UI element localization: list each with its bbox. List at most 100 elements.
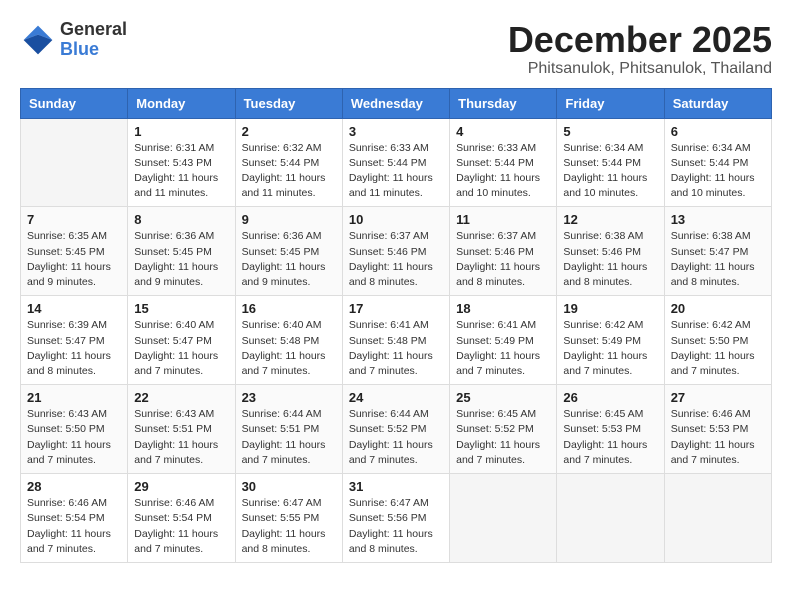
day-info: Sunrise: 6:34 AM Sunset: 5:44 PM Dayligh… [671, 141, 765, 202]
day-number: 12 [563, 212, 657, 227]
day-info: Sunrise: 6:40 AM Sunset: 5:47 PM Dayligh… [134, 318, 228, 379]
day-number: 31 [349, 479, 443, 494]
day-number: 27 [671, 390, 765, 405]
day-info: Sunrise: 6:43 AM Sunset: 5:50 PM Dayligh… [27, 407, 121, 468]
day-info: Sunrise: 6:41 AM Sunset: 5:48 PM Dayligh… [349, 318, 443, 379]
location-text: Phitsanulok, Phitsanulok, Thailand [508, 60, 772, 78]
calendar-cell [21, 118, 128, 207]
day-number: 11 [456, 212, 550, 227]
calendar-cell: 5 Sunrise: 6:34 AM Sunset: 5:44 PM Daylig… [557, 118, 664, 207]
day-number: 18 [456, 301, 550, 316]
calendar-cell: 15 Sunrise: 6:40 AM Sunset: 5:47 PM Dayli… [128, 296, 235, 385]
calendar-cell: 26 Sunrise: 6:45 AM Sunset: 5:53 PM Dayli… [557, 385, 664, 474]
calendar-cell: 2 Sunrise: 6:32 AM Sunset: 5:44 PM Daylig… [235, 118, 342, 207]
calendar-cell: 8 Sunrise: 6:36 AM Sunset: 5:45 PM Daylig… [128, 207, 235, 296]
day-number: 8 [134, 212, 228, 227]
day-number: 23 [242, 390, 336, 405]
month-title: December 2025 [508, 20, 772, 60]
day-number: 1 [134, 124, 228, 139]
day-info: Sunrise: 6:42 AM Sunset: 5:49 PM Dayligh… [563, 318, 657, 379]
calendar-cell: 18 Sunrise: 6:41 AM Sunset: 5:49 PM Dayli… [450, 296, 557, 385]
calendar-cell: 12Sunrise: 6:38 AM Sunset: 5:46 PM Dayli… [557, 207, 664, 296]
calendar-cell: 11 Sunrise: 6:37 AM Sunset: 5:46 PM Dayli… [450, 207, 557, 296]
day-number: 2 [242, 124, 336, 139]
weekday-header-wednesday: Wednesday [342, 88, 449, 118]
day-info: Sunrise: 6:40 AM Sunset: 5:48 PM Dayligh… [242, 318, 336, 379]
calendar-cell: 3 Sunrise: 6:33 AM Sunset: 5:44 PM Daylig… [342, 118, 449, 207]
day-number: 19 [563, 301, 657, 316]
logo-icon [20, 22, 56, 58]
day-number: 30 [242, 479, 336, 494]
day-info: Sunrise: 6:44 AM Sunset: 5:52 PM Dayligh… [349, 407, 443, 468]
calendar-cell: 20Sunrise: 6:42 AM Sunset: 5:50 PM Dayli… [664, 296, 771, 385]
calendar-cell [664, 474, 771, 563]
day-number: 24 [349, 390, 443, 405]
day-info: Sunrise: 6:32 AM Sunset: 5:44 PM Dayligh… [242, 141, 336, 202]
day-info: Sunrise: 6:33 AM Sunset: 5:44 PM Dayligh… [349, 141, 443, 202]
calendar-cell: 9 Sunrise: 6:36 AM Sunset: 5:45 PM Daylig… [235, 207, 342, 296]
day-info: Sunrise: 6:44 AM Sunset: 5:51 PM Dayligh… [242, 407, 336, 468]
calendar-cell: 30 Sunrise: 6:47 AM Sunset: 5:55 PM Dayli… [235, 474, 342, 563]
day-info: Sunrise: 6:46 AM Sunset: 5:54 PM Dayligh… [27, 496, 121, 557]
calendar-cell: 29 Sunrise: 6:46 AM Sunset: 5:54 PM Dayli… [128, 474, 235, 563]
day-number: 16 [242, 301, 336, 316]
weekday-header-thursday: Thursday [450, 88, 557, 118]
calendar-cell: 23 Sunrise: 6:44 AM Sunset: 5:51 PM Dayli… [235, 385, 342, 474]
page-header: General Blue December 2025 Phitsanulok, … [20, 20, 772, 78]
weekday-header-row: SundayMondayTuesdayWednesdayThursdayFrid… [21, 88, 772, 118]
day-info: Sunrise: 6:47 AM Sunset: 5:56 PM Dayligh… [349, 496, 443, 557]
calendar-week-2: 14Sunrise: 6:39 AM Sunset: 5:47 PM Dayli… [21, 296, 772, 385]
day-number: 13 [671, 212, 765, 227]
day-info: Sunrise: 6:45 AM Sunset: 5:52 PM Dayligh… [456, 407, 550, 468]
calendar-header: SundayMondayTuesdayWednesdayThursdayFrid… [21, 88, 772, 118]
calendar-week-0: 1 Sunrise: 6:31 AM Sunset: 5:43 PM Daylig… [21, 118, 772, 207]
calendar-cell: 22Sunrise: 6:43 AM Sunset: 5:51 PM Dayli… [128, 385, 235, 474]
calendar-cell: 17Sunrise: 6:41 AM Sunset: 5:48 PM Dayli… [342, 296, 449, 385]
calendar-cell: 19 Sunrise: 6:42 AM Sunset: 5:49 PM Dayli… [557, 296, 664, 385]
day-info: Sunrise: 6:37 AM Sunset: 5:46 PM Dayligh… [349, 229, 443, 290]
day-number: 14 [27, 301, 121, 316]
day-number: 20 [671, 301, 765, 316]
day-number: 26 [563, 390, 657, 405]
day-number: 21 [27, 390, 121, 405]
calendar-cell: 28 Sunrise: 6:46 AM Sunset: 5:54 PM Dayli… [21, 474, 128, 563]
calendar-cell: 10 Sunrise: 6:37 AM Sunset: 5:46 PM Dayli… [342, 207, 449, 296]
day-info: Sunrise: 6:46 AM Sunset: 5:53 PM Dayligh… [671, 407, 765, 468]
calendar-cell [450, 474, 557, 563]
calendar-cell: 14Sunrise: 6:39 AM Sunset: 5:47 PM Dayli… [21, 296, 128, 385]
day-info: Sunrise: 6:47 AM Sunset: 5:55 PM Dayligh… [242, 496, 336, 557]
day-info: Sunrise: 6:34 AM Sunset: 5:44 PM Dayligh… [563, 141, 657, 202]
day-info: Sunrise: 6:36 AM Sunset: 5:45 PM Dayligh… [134, 229, 228, 290]
day-number: 4 [456, 124, 550, 139]
calendar-cell: 1 Sunrise: 6:31 AM Sunset: 5:43 PM Daylig… [128, 118, 235, 207]
calendar-week-4: 28 Sunrise: 6:46 AM Sunset: 5:54 PM Dayli… [21, 474, 772, 563]
calendar-cell: 31 Sunrise: 6:47 AM Sunset: 5:56 PM Dayli… [342, 474, 449, 563]
weekday-header-tuesday: Tuesday [235, 88, 342, 118]
day-info: Sunrise: 6:41 AM Sunset: 5:49 PM Dayligh… [456, 318, 550, 379]
calendar-cell: 25Sunrise: 6:45 AM Sunset: 5:52 PM Dayli… [450, 385, 557, 474]
day-number: 29 [134, 479, 228, 494]
day-info: Sunrise: 6:31 AM Sunset: 5:43 PM Dayligh… [134, 141, 228, 202]
logo: General Blue [20, 20, 127, 60]
day-info: Sunrise: 6:46 AM Sunset: 5:54 PM Dayligh… [134, 496, 228, 557]
weekday-header-friday: Friday [557, 88, 664, 118]
day-number: 10 [349, 212, 443, 227]
day-number: 9 [242, 212, 336, 227]
day-number: 3 [349, 124, 443, 139]
calendar-cell: 6Sunrise: 6:34 AM Sunset: 5:44 PM Daylig… [664, 118, 771, 207]
calendar-cell: 21 Sunrise: 6:43 AM Sunset: 5:50 PM Dayli… [21, 385, 128, 474]
calendar-body: 1 Sunrise: 6:31 AM Sunset: 5:43 PM Daylig… [21, 118, 772, 562]
day-info: Sunrise: 6:37 AM Sunset: 5:46 PM Dayligh… [456, 229, 550, 290]
day-number: 22 [134, 390, 228, 405]
day-info: Sunrise: 6:45 AM Sunset: 5:53 PM Dayligh… [563, 407, 657, 468]
day-number: 28 [27, 479, 121, 494]
logo-blue-text: Blue [60, 40, 127, 60]
calendar-cell: 4Sunrise: 6:33 AM Sunset: 5:44 PM Daylig… [450, 118, 557, 207]
day-info: Sunrise: 6:38 AM Sunset: 5:47 PM Dayligh… [671, 229, 765, 290]
day-number: 15 [134, 301, 228, 316]
weekday-header-sunday: Sunday [21, 88, 128, 118]
day-number: 7 [27, 212, 121, 227]
calendar-week-1: 7Sunrise: 6:35 AM Sunset: 5:45 PM Daylig… [21, 207, 772, 296]
day-number: 5 [563, 124, 657, 139]
day-info: Sunrise: 6:36 AM Sunset: 5:45 PM Dayligh… [242, 229, 336, 290]
